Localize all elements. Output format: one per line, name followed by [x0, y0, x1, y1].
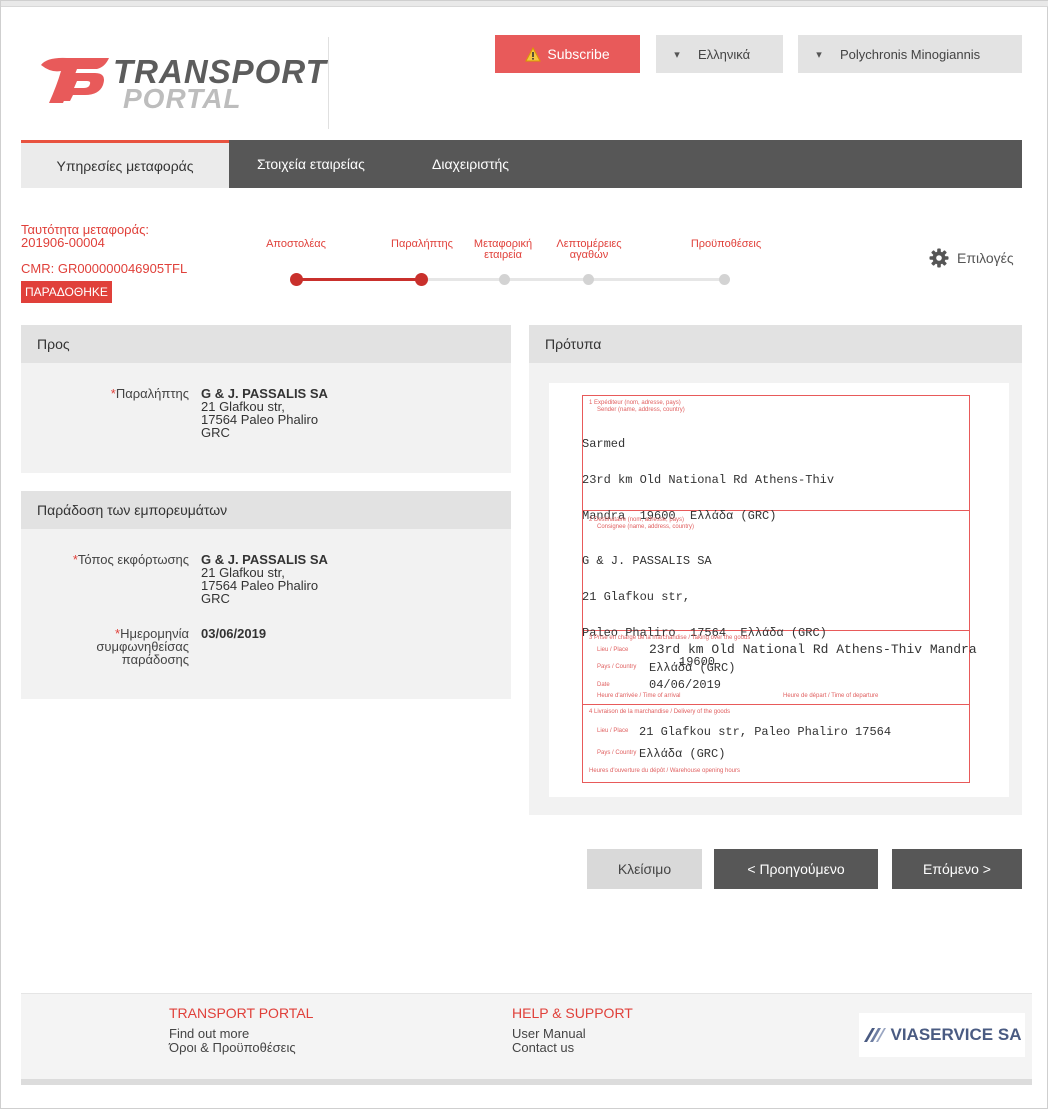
- app-window: TRANSPORT PORTAL Subscribe ▾ Ελληνικά ▾ …: [0, 0, 1048, 1109]
- chevron-down-icon: ▾: [816, 48, 822, 61]
- logo-mark-icon: [41, 57, 109, 103]
- footer-link-user-manual[interactable]: User Manual: [512, 1027, 586, 1040]
- step-dot-recipient[interactable]: [415, 273, 428, 286]
- cmr-box-sender: 1 Expéditeur (nom, adresse, pays) Sender…: [582, 395, 970, 522]
- bottom-strip: [21, 1079, 1032, 1085]
- next-button[interactable]: Επόμενο >: [892, 849, 1022, 889]
- user-name: Polychronis Minogiannis: [840, 46, 981, 62]
- step-dot-goods-details[interactable]: [583, 274, 594, 285]
- step-dot-terms[interactable]: [719, 274, 730, 285]
- recipient-label: *Παραλήπτης: [110, 386, 189, 401]
- tab-transport-services[interactable]: Υπηρεσίες μεταφοράς: [21, 140, 229, 188]
- step-dot-carrier[interactable]: [499, 274, 510, 285]
- step-label-recipient[interactable]: Παραλήπτης: [381, 239, 463, 250]
- main-nav-tabs: Υπηρεσίες μεταφοράς Στοιχεία εταιρείας Δ…: [21, 140, 1022, 188]
- shipment-id-value: 201906-00004: [21, 235, 105, 250]
- step-label-terms[interactable]: Προϋποθέσεις: [681, 239, 771, 250]
- cmr-box-consignee: 2 Destinataire (nom, adresse, pays) Cons…: [582, 511, 970, 639]
- cmr-preview[interactable]: 1 Expéditeur (nom, adresse, pays) Sender…: [549, 383, 1009, 797]
- cmr-box-taking-over: 3 Prise en charge de la marchandise / Ta…: [582, 631, 977, 705]
- recipient-value: G & J. PASSALIS SA 21 Glafkou str, 17564…: [201, 386, 328, 440]
- stepper-track-pending: [422, 278, 725, 281]
- language-dropdown[interactable]: ▾ Ελληνικά: [656, 35, 783, 73]
- delivery-panel-title: Παράδοση των εμπορευμάτων: [21, 491, 511, 529]
- footer-link-contact-us[interactable]: Contact us: [512, 1041, 574, 1054]
- stepper-track-done: [296, 278, 422, 281]
- shipment-id: Ταυτότητα μεταφοράς: 201906-00004: [21, 223, 149, 249]
- templates-panel-title: Πρότυπα: [529, 325, 1022, 363]
- transport-portal-logo[interactable]: TRANSPORT PORTAL: [37, 53, 326, 114]
- footer-title-help-support: HELP & SUPPORT: [512, 1005, 633, 1021]
- agreed-delivery-date-value: 03/06/2019: [201, 626, 267, 641]
- chevron-down-icon: ▾: [674, 48, 680, 61]
- agreed-delivery-date-label: *Ημερομηνία συμφωνηθείσας παράδοσης: [96, 626, 189, 667]
- step-dot-sender[interactable]: [290, 273, 303, 286]
- to-panel-title: Προς: [21, 325, 511, 363]
- browser-top-strip: [1, 1, 1048, 7]
- step-label-carrier[interactable]: Μεταφορική εταιρεία: [465, 239, 541, 261]
- gear-icon: [929, 248, 949, 268]
- viaservice-mark-icon: [864, 1028, 887, 1042]
- viaservice-logo[interactable]: VIASERVICE SA: [859, 1013, 1025, 1057]
- language-label: Ελληνικά: [698, 46, 751, 62]
- footer-link-terms[interactable]: Όροι & Προϋποθέσεις: [169, 1041, 296, 1054]
- previous-button[interactable]: < Προηγούμενο: [714, 849, 878, 889]
- cmr-number: CMR: GR000000046905TFL: [21, 261, 188, 276]
- subscribe-label: Subscribe: [547, 46, 610, 62]
- footer-title-transport-portal: TRANSPORT PORTAL: [169, 1005, 314, 1021]
- unload-place-value: G & J. PASSALIS SA 21 Glafkou str, 17564…: [201, 552, 328, 606]
- to-panel: Προς *Παραλήπτης G & J. PASSALIS SA 21 G…: [21, 325, 511, 473]
- viaservice-label: VIASERVICE SA: [890, 1025, 1022, 1044]
- subscribe-button[interactable]: Subscribe: [495, 35, 640, 73]
- templates-panel: Πρότυπα 1 Expéditeur (nom, adresse, pays…: [529, 325, 1022, 815]
- footer-link-find-out-more[interactable]: Find out more: [169, 1027, 249, 1040]
- options-button[interactable]: Επιλογές: [929, 248, 1014, 268]
- tab-administrator[interactable]: Διαχειριστής: [432, 140, 509, 188]
- cmr-box-delivery: 4 Livraison de la marchandise / Delivery…: [582, 705, 970, 783]
- delivery-panel: Παράδοση των εμπορευμάτων *Τόπος εκφόρτω…: [21, 491, 511, 699]
- unload-place-label: *Τόπος εκφόρτωσης: [72, 552, 189, 567]
- close-button[interactable]: Κλείσιμο: [587, 849, 702, 889]
- tab-company-details[interactable]: Στοιχεία εταιρείας: [257, 140, 365, 188]
- step-label-goods-details[interactable]: Λεπτομέρειες αγαθών: [545, 239, 633, 261]
- warning-icon: [525, 46, 542, 61]
- logo-text-portal: PORTAL: [123, 83, 242, 114]
- step-label-sender[interactable]: Αποστολέας: [256, 239, 336, 250]
- status-badge: ΠΑΡΑΔΟΘΗΚΕ: [21, 281, 112, 303]
- options-label: Επιλογές: [957, 250, 1014, 266]
- user-dropdown[interactable]: ▾ Polychronis Minogiannis: [798, 35, 1022, 73]
- header-divider: [328, 37, 329, 129]
